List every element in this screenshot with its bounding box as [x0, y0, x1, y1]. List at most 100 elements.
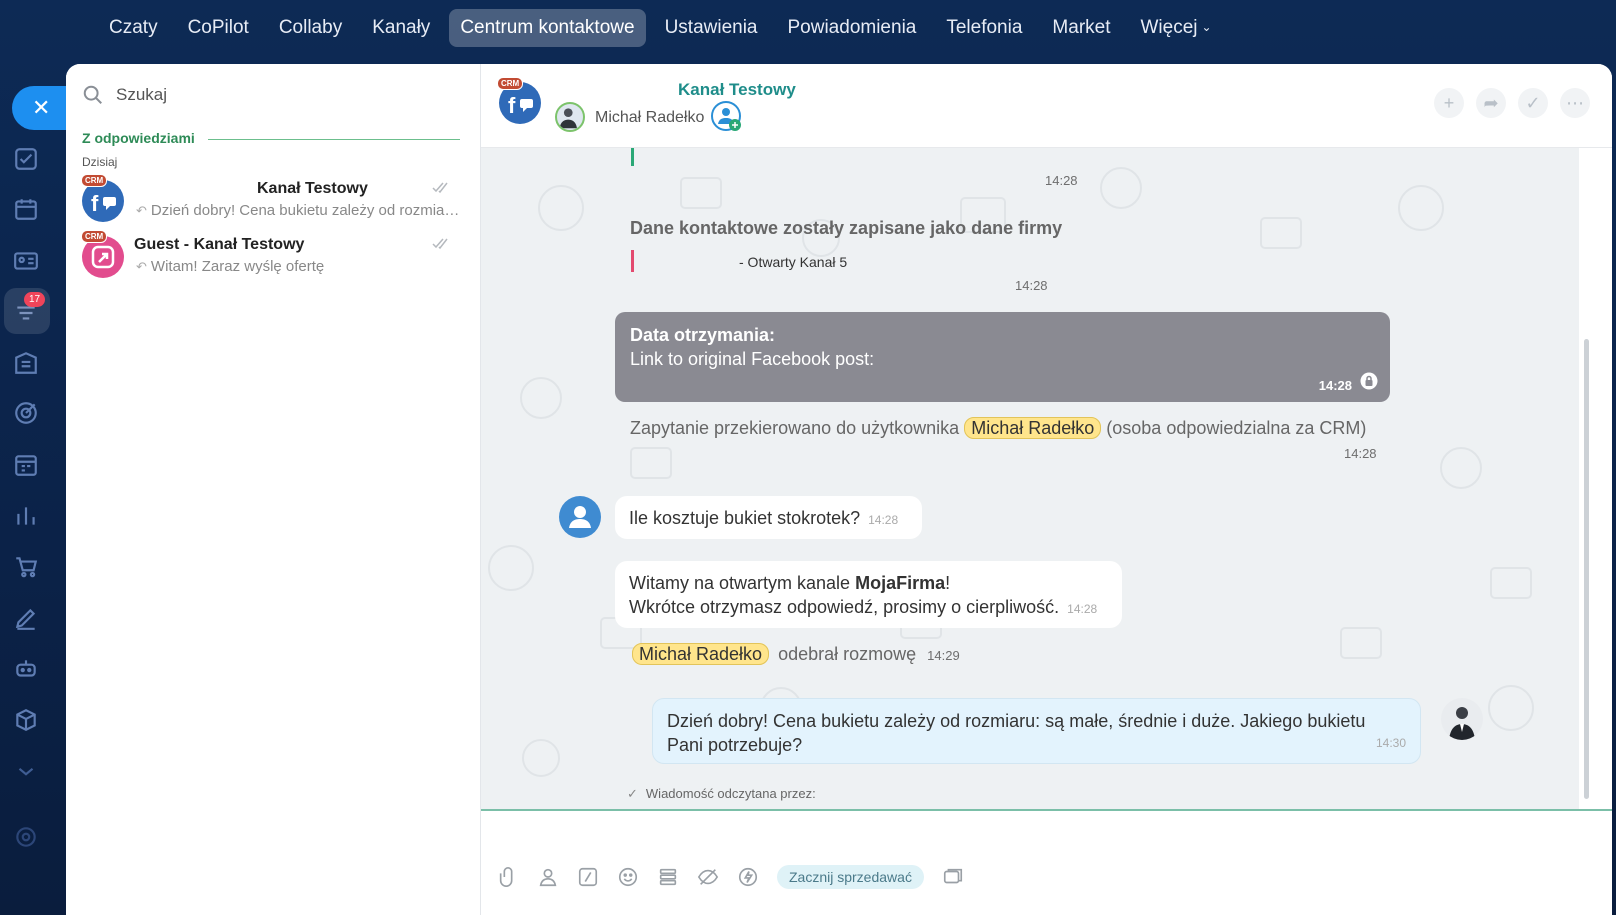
nav-wiecej[interactable]: Więcej ⌄: [1130, 9, 1223, 47]
system-message-quote: - Otwarty Kanał 5: [739, 254, 848, 270]
scrollbar-thumb[interactable]: [1584, 339, 1589, 799]
chevron-down-icon[interactable]: [13, 758, 39, 784]
taken-text: odebrał rozmowę: [778, 644, 917, 664]
notification-badge: 17: [24, 292, 46, 307]
taken-system-message: Michał Radełko odebrał rozmowę 14:29: [632, 643, 960, 665]
contact-card-icon[interactable]: [13, 248, 39, 274]
templates-icon[interactable]: [657, 866, 679, 888]
double-check-icon: [432, 238, 448, 250]
search-input[interactable]: [116, 80, 456, 110]
header-actions: + ➦ ✓ ⋯: [1434, 88, 1590, 118]
main-panel: Z odpowiedziami Dzisiaj f CRM Kanał Test…: [66, 64, 1612, 915]
card-text: Link to original Facebook post:: [630, 349, 875, 369]
nav-czaty[interactable]: Czaty: [98, 9, 169, 47]
user-mention[interactable]: Michał Radełko: [632, 643, 770, 665]
message-input[interactable]: [497, 821, 1577, 865]
command-icon[interactable]: [577, 866, 599, 888]
chat-title: Kanał Testowy: [257, 180, 368, 197]
chat-preview-text: Dzień dobry! Cena bukietu zależy od rozm…: [150, 202, 460, 219]
nav-collaby[interactable]: Collaby: [268, 9, 353, 47]
user-icon[interactable]: [537, 866, 559, 888]
more-button[interactable]: ⋯: [1560, 88, 1590, 118]
finish-button[interactable]: ✓: [1518, 88, 1548, 118]
close-icon: ✕: [32, 95, 51, 120]
building-icon[interactable]: [13, 350, 39, 376]
chat-preview-text: Witam! Zaraz wyślę ofertę: [150, 258, 325, 275]
svg-text:f: f: [508, 93, 516, 118]
welcome-post: !: [945, 573, 951, 593]
pen-icon[interactable]: [13, 605, 39, 631]
message-time: 14:28: [1344, 446, 1377, 461]
cart-icon[interactable]: [13, 554, 39, 580]
welcome-line2: Wkrótce otrzymasz odpowiedź, prosimy o c…: [629, 595, 1108, 621]
forward-button[interactable]: ➦: [1476, 88, 1506, 118]
chat-title: Kanał Testowy: [678, 80, 796, 99]
crm-badge: CRM: [81, 174, 108, 187]
calendar-icon[interactable]: [13, 196, 39, 222]
redirect-system-message: Zapytanie przekierowano do użytkownika M…: [630, 417, 1367, 439]
message-time: 14:29: [927, 648, 960, 663]
reply-icon: ↶: [136, 203, 147, 218]
hidden-message-icon[interactable]: [697, 866, 719, 888]
operator-avatar[interactable]: [1441, 698, 1483, 740]
check-circle-icon: ✓: [1525, 92, 1541, 113]
crm-badge: CRM: [497, 77, 524, 90]
search-icon: [83, 85, 102, 104]
plus-icon: +: [1443, 92, 1455, 113]
welcome-pre: Witamy na otwartym kanale: [629, 573, 856, 593]
crm-badge: CRM: [81, 230, 108, 243]
section-title: Z odpowiedziami: [82, 130, 195, 146]
cube-icon[interactable]: [13, 707, 39, 733]
nav-kanaly[interactable]: Kanały: [361, 9, 441, 47]
close-panel-button[interactable]: ✕: [12, 86, 72, 130]
user-mention[interactable]: Michał Radełko: [964, 417, 1102, 439]
welcome-message: Witamy na otwartym kanale MojaFirma! Wkr…: [615, 561, 1122, 628]
nav-market[interactable]: Market: [1041, 9, 1121, 47]
settings-icon[interactable]: [13, 824, 39, 850]
analytics-icon[interactable]: [13, 503, 39, 529]
transfer-user-icon[interactable]: [710, 100, 742, 132]
nav-centrum-kontaktowe[interactable]: Centrum kontaktowe: [449, 9, 646, 47]
lock-icon: [1360, 372, 1378, 390]
cards-icon[interactable]: [942, 866, 964, 888]
client-message: Ile kosztuje bukiet stokrotek? 14:28: [615, 496, 922, 539]
redirect-suffix: (osoba odpowiedzialna za CRM): [1106, 418, 1367, 438]
message-time: 14:28: [1318, 378, 1352, 393]
emoji-icon[interactable]: [617, 866, 639, 888]
message-time: 14:28: [1015, 278, 1048, 293]
chat-preview: ↶ Witam! Zaraz wyślę ofertę: [136, 258, 460, 275]
message-list: 14:28 Dane kontaktowe zostały zapisane j…: [481, 148, 1579, 809]
card-title: Data otrzymania:: [630, 325, 776, 345]
chat-list-item[interactable]: CRM Guest - Kanał Testowy ↶ Witam! Zaraz …: [66, 230, 481, 292]
double-check-icon: [432, 182, 448, 194]
chat-area: f CRM Kanał Testowy Michał Radełko + ➦ ✓…: [481, 64, 1612, 915]
robot-icon[interactable]: [13, 656, 39, 682]
responsible-user-name[interactable]: Michał Radełko: [595, 109, 704, 127]
avatar[interactable]: [555, 102, 585, 132]
client-avatar[interactable]: [559, 496, 601, 538]
planner-icon[interactable]: [13, 452, 39, 478]
attach-icon[interactable]: [497, 866, 519, 888]
welcome-brand: MojaFirma: [855, 573, 946, 593]
start-selling-button[interactable]: Zacznij sprzedawać: [777, 865, 924, 889]
target-icon[interactable]: [13, 400, 39, 426]
nav-powiadomienia[interactable]: Powiadomienia: [777, 9, 928, 47]
add-button[interactable]: +: [1434, 88, 1464, 118]
message-composer: Zacznij sprzedawać: [481, 809, 1612, 915]
nav-telefonia[interactable]: Telefonia: [935, 9, 1033, 47]
top-navigation: Czaty CoPilot Collaby Kanały Centrum kon…: [0, 0, 1616, 56]
check-icon: ✓: [627, 786, 638, 801]
tasks-icon[interactable]: [13, 146, 39, 172]
more-icon: ⋯: [1566, 92, 1584, 113]
quote-bar: [631, 250, 634, 272]
search-box: [82, 80, 462, 112]
operator-message: Dzień dobry! Cena bukietu zależy od rozm…: [652, 698, 1421, 764]
nav-ustawienia[interactable]: Ustawienia: [654, 9, 769, 47]
section-divider: [208, 139, 460, 140]
chat-list-item[interactable]: f CRM Kanał Testowy ↶ Dzień dobry! Cena b…: [66, 174, 481, 236]
nav-copilot[interactable]: CoPilot: [177, 9, 260, 47]
chat-list-sidebar: Z odpowiedziami Dzisiaj f CRM Kanał Test…: [66, 64, 481, 915]
facebook-post-card: Data otrzymania: Link to original Facebo…: [615, 312, 1390, 402]
lightning-icon[interactable]: [737, 866, 759, 888]
quote-bar: [631, 148, 634, 166]
